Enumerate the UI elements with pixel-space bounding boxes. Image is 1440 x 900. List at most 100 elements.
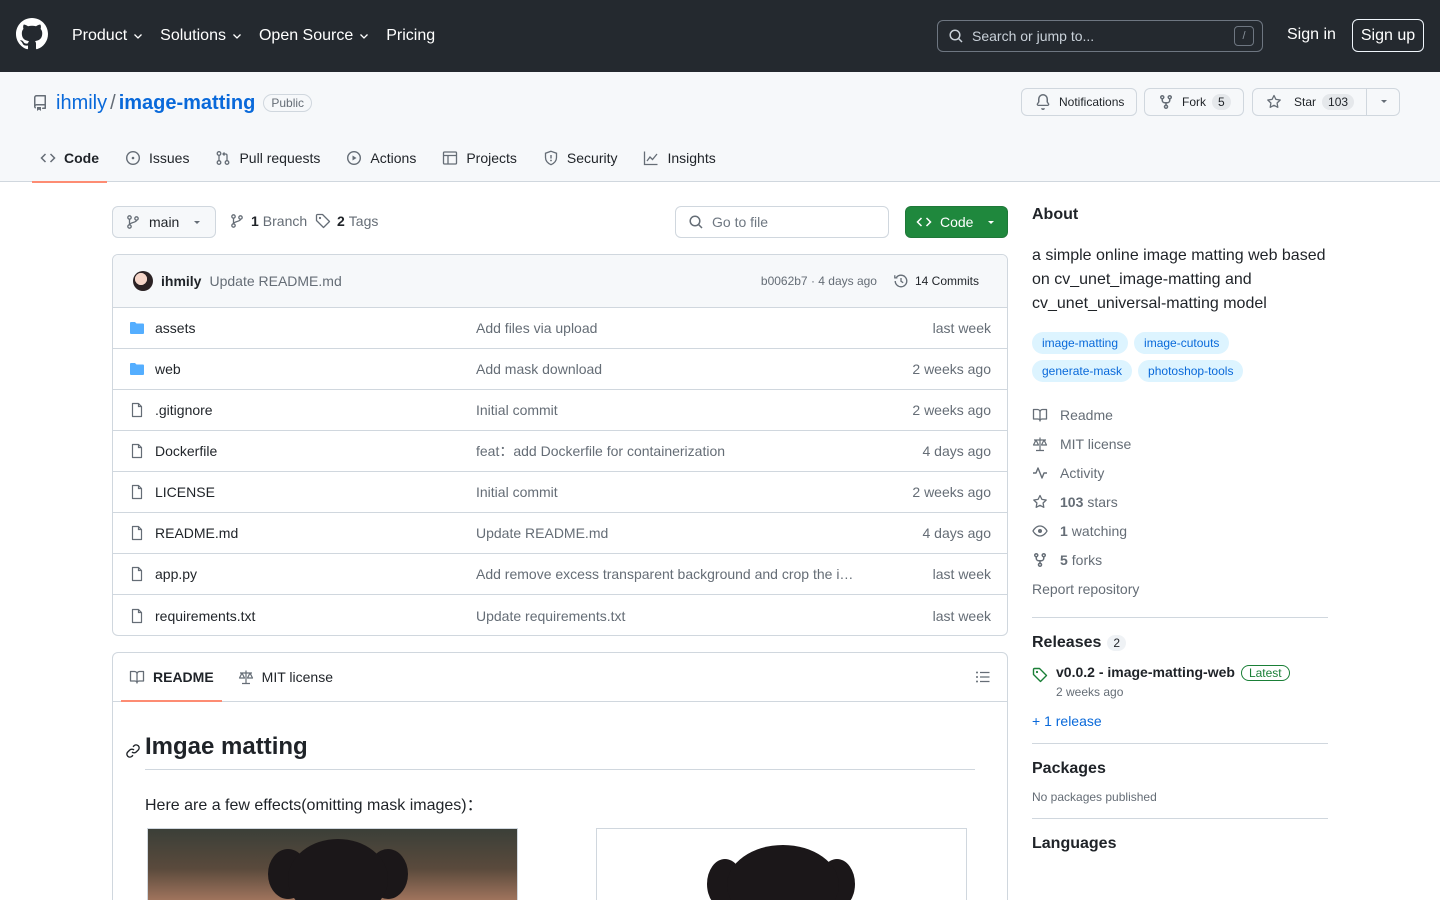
file-name[interactable]: web	[155, 361, 476, 377]
file-name[interactable]: assets	[155, 320, 476, 336]
tags-link[interactable]: 2 Tags	[315, 213, 378, 229]
file-commit-message[interactable]: Add mask download	[476, 361, 856, 377]
star-button[interactable]: Star 103	[1252, 88, 1400, 116]
latest-commit-bar: ihmily Update README.md b0062b7 · 4 days…	[113, 255, 1007, 308]
stars-link[interactable]: 103 stars	[1032, 487, 1328, 516]
file-commit-message[interactable]: Initial commit	[476, 402, 856, 418]
stars-label: stars	[1087, 493, 1118, 510]
repo-name-link[interactable]: image-matting	[119, 92, 256, 115]
releases-title[interactable]: Releases 2	[1032, 634, 1328, 652]
law-icon	[1032, 437, 1048, 451]
anchor-link-icon[interactable]	[125, 743, 141, 759]
about-title: About	[1032, 206, 1079, 223]
file-name[interactable]: .gitignore	[155, 402, 476, 418]
file-commit-date: 2 weeks ago	[912, 402, 991, 418]
github-logo-icon[interactable]	[16, 18, 48, 50]
table-row[interactable]: README.md Update README.md 4 days ago	[113, 513, 1007, 554]
nav-solutions[interactable]: Solutions	[160, 20, 243, 52]
more-releases-link[interactable]: + 1 release	[1032, 713, 1328, 729]
commit-author[interactable]: ihmily	[161, 273, 201, 289]
commit-sha-time[interactable]: b0062b7 · 4 days ago	[761, 274, 877, 288]
file-commit-message[interactable]: Add remove excess transparent background…	[476, 566, 856, 582]
fork-button[interactable]: Fork 5	[1144, 88, 1244, 116]
file-commit-message[interactable]: feat：add Dockerfile for containerization	[476, 441, 856, 461]
tab-projects[interactable]: Projects	[434, 134, 525, 182]
repo-tabs: Code Issues Pull requests Actions Projec…	[32, 134, 734, 183]
fork-label: Fork	[1182, 95, 1206, 109]
nav-product[interactable]: Product	[72, 20, 144, 52]
packages-note: No packages published	[1032, 790, 1157, 804]
tab-readme[interactable]: README	[121, 653, 222, 702]
divider	[1032, 617, 1328, 618]
eye-icon	[1032, 524, 1048, 537]
forks-link[interactable]: 5 forks	[1032, 545, 1328, 574]
file-commit-message[interactable]: Update requirements.txt	[476, 608, 856, 624]
star-lists-dropdown-icon[interactable]	[1378, 95, 1390, 107]
release-name: v0.0.2 - image-matting-web	[1056, 664, 1235, 680]
topic-tag[interactable]: generate-mask	[1032, 360, 1133, 382]
tab-security[interactable]: Security	[535, 134, 626, 182]
file-commit-date: 2 weeks ago	[912, 361, 991, 377]
commits-count: 14 Commits	[914, 274, 979, 288]
table-row[interactable]: web Add mask download 2 weeks ago	[113, 349, 1007, 390]
branch-label: Branch	[262, 213, 308, 229]
tab-actions[interactable]: Actions	[338, 134, 424, 182]
repo-owner-link[interactable]: ihmily	[56, 92, 107, 115]
file-commit-message[interactable]: Update README.md	[476, 525, 856, 541]
tab-issues[interactable]: Issues	[117, 134, 197, 182]
go-to-file-input[interactable]: Go to file	[675, 206, 889, 238]
report-repository-link[interactable]: Report repository	[1032, 574, 1328, 603]
commit-message[interactable]: Update README.md	[209, 273, 760, 289]
sign-up-button[interactable]: Sign up	[1352, 19, 1424, 52]
file-name[interactable]: app.py	[155, 566, 476, 582]
tab-security-label: Security	[566, 150, 618, 166]
latest-release[interactable]: v0.0.2 - image-matting-web Latest 2 weeks…	[1032, 664, 1328, 699]
file-commit-message[interactable]: Add files via upload	[476, 320, 856, 336]
nav-open-source[interactable]: Open Source	[259, 20, 370, 52]
search-input[interactable]: Search or jump to... /	[937, 20, 1263, 52]
readme-tabs: README MIT license	[113, 653, 1007, 702]
avatar[interactable]	[133, 271, 153, 291]
table-row[interactable]: requirements.txt Update requirements.txt…	[113, 595, 1007, 635]
file-commit-message[interactable]: Initial commit	[476, 484, 856, 500]
star-icon	[1267, 94, 1281, 108]
chevron-down-icon	[134, 34, 143, 39]
sign-in-link[interactable]: Sign in	[1287, 26, 1336, 44]
go-to-file-placeholder: Go to file	[712, 214, 769, 230]
commits-link[interactable]: 14 Commits	[893, 273, 979, 289]
topic-tag[interactable]: photoshop-tools	[1138, 360, 1244, 382]
table-row[interactable]: assets Add files via upload last week	[113, 308, 1007, 349]
table-row[interactable]: .gitignore Initial commit 2 weeks ago	[113, 390, 1007, 431]
divider	[1032, 818, 1328, 819]
topic-tag[interactable]: image-matting	[1032, 332, 1129, 354]
branch-select-button[interactable]: main	[112, 206, 216, 238]
outline-list-icon[interactable]	[975, 669, 991, 685]
file-name[interactable]: LICENSE	[155, 484, 476, 500]
readme-link[interactable]: Readme	[1032, 400, 1328, 429]
activity-link[interactable]: Activity	[1032, 458, 1328, 487]
code-icon	[40, 153, 56, 163]
file-name[interactable]: README.md	[155, 525, 476, 541]
notifications-button[interactable]: Notifications	[1021, 88, 1137, 116]
topic-tag[interactable]: image-cutouts	[1134, 332, 1230, 354]
tab-license[interactable]: MIT license	[230, 653, 341, 701]
tab-insights[interactable]: Insights	[635, 134, 723, 182]
nav-pricing[interactable]: Pricing	[386, 20, 435, 52]
file-name[interactable]: requirements.txt	[155, 608, 476, 624]
table-row[interactable]: LICENSE Initial commit 2 weeks ago	[113, 472, 1007, 513]
watchers-link[interactable]: 1 watching	[1032, 516, 1328, 545]
tab-code[interactable]: Code	[32, 134, 107, 183]
table-row[interactable]: app.py Add remove excess transparent bac…	[113, 554, 1007, 595]
license-link[interactable]: MIT license	[1032, 429, 1328, 458]
tab-pull-requests[interactable]: Pull requests	[207, 134, 328, 182]
readme-image-matted	[596, 828, 967, 900]
code-dropdown-button[interactable]: Code	[905, 206, 1008, 238]
packages-title[interactable]: Packages	[1032, 760, 1328, 778]
divider	[1032, 743, 1328, 744]
star-count: 103	[1322, 94, 1355, 110]
tab-projects-label: Projects	[466, 150, 517, 166]
branches-link[interactable]: 1 Branch	[229, 213, 307, 229]
file-name[interactable]: Dockerfile	[155, 443, 476, 459]
pulse-icon	[1033, 466, 1047, 479]
table-row[interactable]: Dockerfile feat：add Dockerfile for conta…	[113, 431, 1007, 472]
